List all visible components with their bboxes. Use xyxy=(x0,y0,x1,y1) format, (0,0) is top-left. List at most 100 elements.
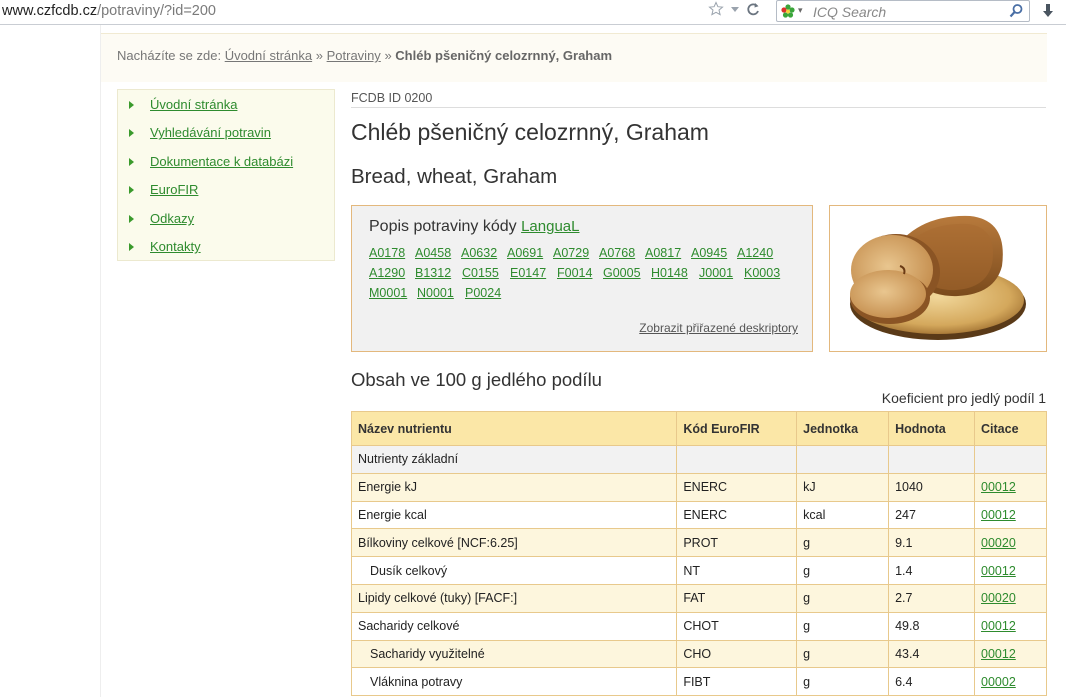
search-icon[interactable] xyxy=(1008,3,1024,24)
download-arrow-icon[interactable] xyxy=(1040,3,1056,24)
citation-cell: 00020 xyxy=(974,528,1047,558)
sidebar-item-eurofir[interactable]: EuroFIR xyxy=(118,180,334,202)
empty-cell xyxy=(676,445,798,474)
address-bar[interactable]: www.czfcdb.cz/potraviny/?id=200 xyxy=(0,0,770,23)
group-label: Nutrienty základní xyxy=(350,445,678,474)
icq-flower-icon[interactable] xyxy=(781,4,795,18)
sidebar-item-contacts[interactable]: Kontakty xyxy=(118,237,334,259)
table-row: Lipidy celkové (tuky) [FACF:] FAT g 2.7 … xyxy=(350,583,1047,613)
langual-code-link[interactable]: M0001 xyxy=(369,286,407,300)
eurofir-code: CHOT xyxy=(676,611,798,641)
sidebar-item-label[interactable]: Vyhledávání potravin xyxy=(150,125,271,140)
arrow-right-icon xyxy=(129,101,134,109)
unit: g xyxy=(796,583,890,613)
langual-code-link[interactable]: A0458 xyxy=(415,246,451,260)
table-row: Energie kJ ENERC kJ 1040 00012 xyxy=(350,472,1047,502)
unit: g xyxy=(796,667,890,697)
langual-link[interactable]: LanguaL xyxy=(521,218,579,235)
nutrient-name: Vláknina potravy xyxy=(350,667,678,697)
column-header-unit: Jednotka xyxy=(796,411,890,446)
langual-code-link[interactable]: P0024 xyxy=(465,286,501,300)
unit: g xyxy=(796,556,890,585)
sidebar-item-links[interactable]: Odkazy xyxy=(118,209,334,231)
sidebar-item-label[interactable]: Úvodní stránka xyxy=(150,97,237,112)
show-descriptors-link[interactable]: Zobrazit přiřazené deskriptory xyxy=(639,321,798,335)
langual-code-link[interactable]: N0001 xyxy=(417,286,454,300)
value: 1040 xyxy=(888,472,976,502)
citation-link[interactable]: 00002 xyxy=(981,675,1016,689)
langual-code-link[interactable]: A0632 xyxy=(461,246,497,260)
breadcrumb-current: Chléb pšeničný celozrnný, Graham xyxy=(395,48,613,63)
langual-code-link[interactable]: A0768 xyxy=(599,246,635,260)
empty-cell xyxy=(888,445,976,474)
langual-code-link[interactable]: H0148 xyxy=(651,266,688,280)
divider xyxy=(351,107,1046,108)
eurofir-code: CHO xyxy=(676,639,798,669)
arrow-right-icon xyxy=(129,158,134,166)
langual-code-link[interactable]: A0691 xyxy=(507,246,543,260)
sidebar-item-label[interactable]: Odkazy xyxy=(150,211,194,226)
citation-link[interactable]: 00012 xyxy=(981,508,1016,522)
langual-code-link[interactable]: A1290 xyxy=(369,266,405,280)
browser-toolbar: www.czfcdb.cz/potraviny/?id=200 ▾ ICQ Se… xyxy=(0,0,1066,25)
page-content: Nacházíte se zde: Úvodní stránka » Potra… xyxy=(100,25,1066,697)
value: 2.7 xyxy=(888,583,976,613)
page-title: Chléb pšeničný celozrnný, Graham xyxy=(351,119,709,145)
eurofir-code: NT xyxy=(676,556,798,585)
langual-code-link[interactable]: A0945 xyxy=(691,246,727,260)
unit: g xyxy=(796,639,890,669)
engine-dropdown-icon[interactable]: ▾ xyxy=(798,5,803,16)
citation-link[interactable]: 00012 xyxy=(981,564,1016,578)
sidebar-item-label[interactable]: Dokumentace k databázi xyxy=(150,154,293,169)
langual-code-link[interactable]: G0005 xyxy=(603,266,641,280)
langual-code-link[interactable]: A1240 xyxy=(737,246,773,260)
breadcrumb-separator: » xyxy=(384,48,392,63)
citation-link[interactable]: 00012 xyxy=(981,619,1016,633)
langual-code-link[interactable]: E0147 xyxy=(510,266,546,280)
food-image xyxy=(829,205,1047,352)
citation-link[interactable]: 00012 xyxy=(981,480,1016,494)
search-box[interactable]: ▾ ICQ Search xyxy=(776,0,1030,22)
column-header-value: Hodnota xyxy=(888,411,976,446)
english-title: Bread, wheat, Graham xyxy=(351,165,558,188)
nutrient-name: Bílkoviny celkové [NCF:6.25] xyxy=(350,528,678,558)
sidebar-item-label[interactable]: EuroFIR xyxy=(150,182,198,197)
table-row: Dusík celkový NT g 1.4 00012 xyxy=(350,556,1047,585)
column-header-nutrient: Název nutrientu xyxy=(350,411,678,446)
breadcrumb-section-link[interactable]: Potraviny xyxy=(327,48,381,63)
value: 247 xyxy=(888,500,976,530)
table-header-row: Název nutrientu Kód EuroFIR Jednotka Hod… xyxy=(350,411,1047,446)
url-text[interactable]: www.czfcdb.cz/potraviny/?id=200 xyxy=(2,3,216,19)
citation-link[interactable]: 00020 xyxy=(981,536,1016,550)
reload-icon[interactable] xyxy=(746,1,760,22)
column-header-citation: Citace xyxy=(974,411,1047,446)
nutrient-name: Sacharidy využitelné xyxy=(350,639,678,669)
breadcrumb-home-link[interactable]: Úvodní stránka xyxy=(225,48,312,63)
search-input[interactable]: ICQ Search xyxy=(813,4,886,20)
history-dropdown-icon[interactable] xyxy=(730,1,740,22)
langual-code-link[interactable]: A0178 xyxy=(369,246,405,260)
langual-code-link[interactable]: A0817 xyxy=(645,246,681,260)
fcdb-id: FCDB ID 0200 xyxy=(351,91,433,105)
langual-code-link[interactable]: F0014 xyxy=(557,266,592,280)
sidebar-nav: Úvodní stránka Vyhledávání potravin Doku… xyxy=(117,89,335,261)
langual-panel: Popis potraviny kódy LanguaL A0178 A0458… xyxy=(351,205,813,352)
sidebar-item-search[interactable]: Vyhledávání potravin xyxy=(118,123,334,145)
langual-code-link[interactable]: C0155 xyxy=(462,266,499,280)
nutrient-name: Energie kJ xyxy=(350,472,678,502)
langual-code-link[interactable]: K0003 xyxy=(744,266,780,280)
sidebar-item-home[interactable]: Úvodní stránka xyxy=(118,95,334,117)
sidebar-item-label[interactable]: Kontakty xyxy=(150,239,201,254)
value: 6.4 xyxy=(888,667,976,697)
nutrient-name: Sacharidy celkové xyxy=(350,611,678,641)
langual-code-link[interactable]: B1312 xyxy=(415,266,451,280)
citation-link[interactable]: 00012 xyxy=(981,647,1016,661)
value: 1.4 xyxy=(888,556,976,585)
citation-cell: 00012 xyxy=(974,500,1047,530)
citation-cell: 00012 xyxy=(974,556,1047,585)
langual-code-link[interactable]: A0729 xyxy=(553,246,589,260)
citation-link[interactable]: 00020 xyxy=(981,591,1016,605)
sidebar-item-documentation[interactable]: Dokumentace k databázi xyxy=(118,152,334,174)
langual-code-link[interactable]: J0001 xyxy=(699,266,733,280)
bookmark-star-icon[interactable] xyxy=(708,0,724,22)
